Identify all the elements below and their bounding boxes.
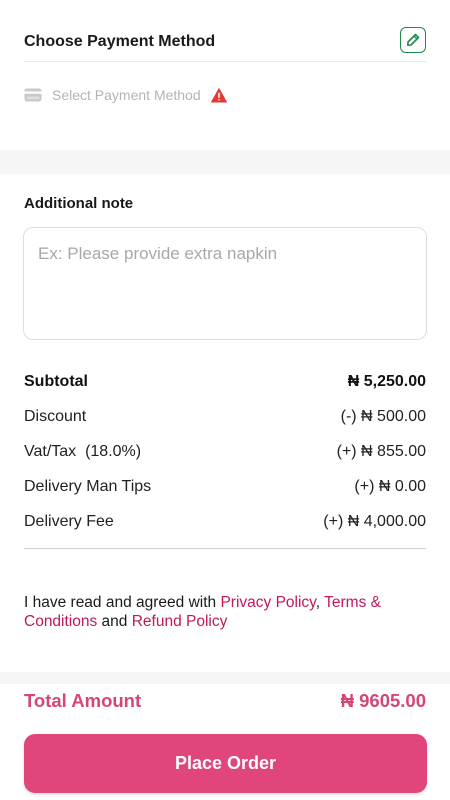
payment-method-header: Choose Payment Method	[24, 22, 426, 62]
payment-method-section: Choose Payment Method Select Payment Met…	[0, 0, 450, 150]
summary-row-vat-tax: Vat/Tax (18.0%) (+) ₦ 855.00	[24, 434, 426, 469]
bottom-divider	[0, 672, 450, 684]
summary-row-delivery-fee: Delivery Fee (+) ₦ 4,000.00	[24, 504, 426, 539]
total-amount-value: ₦ 9605.00	[340, 690, 426, 711]
agreement-separator: ,	[315, 594, 325, 611]
summary-value: (+) ₦ 4,000.00	[323, 512, 426, 530]
summary-label: Discount	[24, 407, 87, 425]
summary-label: Vat/Tax (18.0%)	[24, 442, 142, 460]
additional-note-input[interactable]	[38, 244, 412, 323]
select-payment-method-row[interactable]: Select Payment Method	[24, 84, 227, 106]
summary-divider	[24, 548, 426, 549]
summary-value: ₦ 5,250.00	[347, 372, 426, 390]
summary-label: Delivery Man Tips	[24, 477, 152, 495]
warning-icon	[210, 87, 227, 102]
total-amount-label: Total Amount	[24, 690, 142, 711]
summary-value: (-) ₦ 500.00	[340, 407, 426, 425]
select-payment-method-label: Select Payment Method	[52, 87, 201, 103]
place-order-button[interactable]: Place Order	[24, 734, 427, 793]
additional-note-box	[23, 227, 427, 340]
summary-label: Delivery Fee	[24, 512, 114, 530]
summary-label: Subtotal	[24, 372, 88, 390]
summary-row-delivery-tips: Delivery Man Tips (+) ₦ 0.00	[24, 469, 426, 504]
payment-method-title: Choose Payment Method	[24, 32, 216, 50]
summary-row-subtotal: Subtotal ₦ 5,250.00	[24, 364, 426, 399]
total-amount-row: Total Amount ₦ 9605.00	[24, 690, 426, 712]
agreement-separator: and	[97, 613, 132, 630]
summary-value: (+) ₦ 855.00	[336, 442, 426, 460]
summary-row-discount: Discount (-) ₦ 500.00	[24, 399, 426, 434]
privacy-policy-link[interactable]: Privacy Policy	[220, 594, 315, 611]
section-divider	[0, 150, 450, 174]
refund-policy-link[interactable]: Refund Policy	[132, 613, 228, 630]
card-icon	[24, 88, 42, 102]
additional-note-title: Additional note	[24, 195, 134, 212]
order-summary: Subtotal ₦ 5,250.00 Discount (-) ₦ 500.0…	[24, 364, 426, 539]
agreement-prefix: I have read and agreed with	[24, 594, 221, 611]
agreement-text: I have read and agreed with Privacy Poli…	[24, 593, 420, 631]
edit-icon	[407, 33, 420, 46]
edit-payment-button[interactable]	[400, 26, 426, 53]
summary-value: (+) ₦ 0.00	[354, 477, 426, 495]
